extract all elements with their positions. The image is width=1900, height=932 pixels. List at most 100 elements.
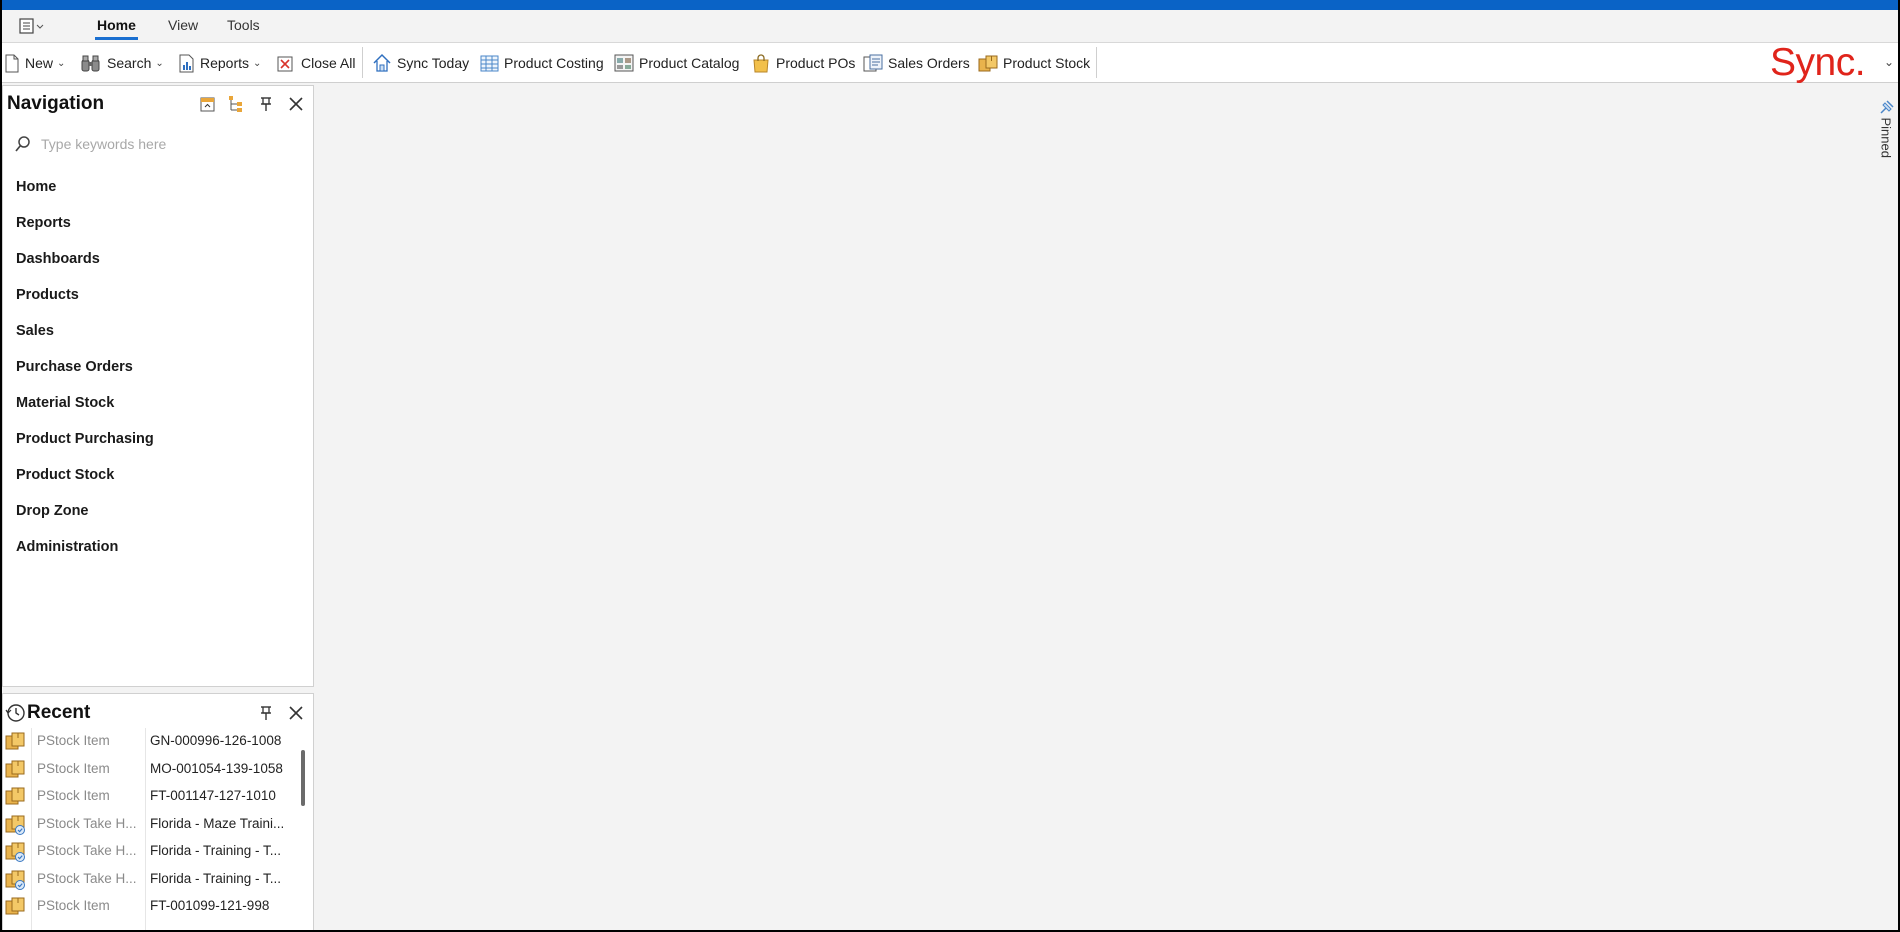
- close-all-button-label: Close All: [301, 55, 356, 71]
- nav-item-material-stock[interactable]: Material Stock: [16, 395, 114, 411]
- binoculars-icon: [81, 55, 100, 71]
- navigation-search-input[interactable]: [39, 135, 283, 153]
- pinned-side-tab[interactable]: Pinned: [1876, 96, 1896, 176]
- product-stock-button-label: Product Stock: [1003, 55, 1091, 71]
- brand-logo: Sync.: [1770, 41, 1866, 84]
- app-window: Home View Tools New ⌄ Search ⌄ Reports ⌄…: [2, 0, 1898, 930]
- recent-item[interactable]: PStock Item MO-001054-139-1058: [3, 756, 295, 783]
- toolbar-separator: [362, 47, 363, 78]
- reports-button[interactable]: Reports ⌄: [178, 52, 261, 74]
- stock-boxes-icon: [978, 55, 998, 71]
- recent-item[interactable]: PStock Item GN-000996-126-1008: [3, 728, 295, 755]
- product-pos-button[interactable]: Product POs: [751, 52, 855, 74]
- navigation-search: [15, 133, 295, 155]
- tab-home[interactable]: Home: [95, 17, 138, 40]
- recent-item-value: MO-001054-139-1058: [150, 760, 283, 776]
- recent-scrollbar[interactable]: [301, 750, 305, 806]
- chevron-down-icon[interactable]: ⌄: [1884, 55, 1894, 69]
- grid-table-icon: [480, 55, 499, 71]
- recent-item-type: PStock Take H...: [37, 843, 137, 858]
- product-costing-button-label: Product Costing: [504, 55, 604, 71]
- nav-item-dashboards[interactable]: Dashboards: [16, 251, 100, 267]
- shopping-bag-icon: [753, 54, 769, 73]
- nav-item-products[interactable]: Products: [16, 287, 79, 303]
- tab-tools[interactable]: Tools: [225, 17, 262, 39]
- product-costing-button[interactable]: Product Costing: [480, 52, 604, 74]
- sync-today-button-label: Sync Today: [397, 55, 470, 71]
- nav-item-product-stock[interactable]: Product Stock: [16, 467, 114, 483]
- chevron-down-icon: ⌄: [57, 57, 66, 69]
- history-icon: [5, 704, 25, 722]
- new-document-icon: [5, 54, 19, 72]
- stock-item-icon: [5, 760, 25, 777]
- recent-pane: Recent PStock Item GN-000996-126-1008 PSto…: [2, 693, 314, 930]
- recent-item-type: PStock Item: [37, 898, 110, 913]
- recent-item-type: PStock Take H...: [37, 870, 137, 886]
- search-button[interactable]: Search ⌄: [80, 52, 164, 74]
- new-button-label: New: [25, 55, 54, 71]
- pinned-label: Pinned: [1878, 117, 1894, 158]
- search-button-label: Search: [107, 55, 152, 71]
- chevron-down-icon: ⌄: [155, 57, 164, 69]
- menu-icon: [19, 18, 44, 34]
- sales-orders-button[interactable]: Sales Orders: [863, 52, 970, 74]
- toolbar-separator: [1096, 47, 1097, 78]
- pin-icon: [1880, 100, 1894, 114]
- collapse-all-icon[interactable]: [199, 95, 217, 113]
- recent-item-type: PStock Item: [37, 788, 110, 803]
- pin-icon[interactable]: [257, 704, 275, 722]
- sales-order-icon: [863, 54, 883, 71]
- close-all-button[interactable]: Close All: [276, 52, 355, 74]
- tab-view[interactable]: View: [166, 17, 200, 39]
- close-all-icon: [277, 56, 293, 71]
- recent-title: Recent: [27, 702, 91, 723]
- recent-item-value: FT-001099-121-998: [150, 898, 270, 913]
- nav-item-drop-zone[interactable]: Drop Zone: [16, 503, 89, 519]
- recent-item[interactable]: PStock Take H... Florida - Training - T..…: [3, 838, 295, 865]
- main-workspace: [318, 85, 1874, 930]
- app-menu-button[interactable]: [18, 16, 52, 36]
- close-icon[interactable]: [287, 95, 305, 113]
- stock-take-icon: [5, 842, 25, 862]
- recent-item[interactable]: PStock Take H... Florida - Maze Traini...: [3, 811, 295, 838]
- nav-item-product-purchasing[interactable]: Product Purchasing: [16, 431, 154, 447]
- stock-item-icon: [5, 787, 25, 805]
- product-catalog-button[interactable]: Product Catalog: [614, 52, 739, 74]
- nav-item-purchase-orders[interactable]: Purchase Orders: [16, 359, 133, 375]
- stock-item-icon: [5, 732, 25, 750]
- recent-item-value: Florida - Training - T...: [150, 843, 282, 858]
- navigation-title: Navigation: [7, 93, 105, 114]
- recent-item[interactable]: PStock Item FT-001147-127-1010: [3, 783, 295, 810]
- new-button[interactable]: New ⌄: [4, 52, 65, 74]
- stock-take-icon: [5, 870, 25, 890]
- nav-item-home[interactable]: Home: [16, 179, 56, 195]
- product-stock-button[interactable]: Product Stock: [978, 52, 1090, 74]
- recent-item[interactable]: PStock Take H... Florida - Training - T..…: [3, 866, 295, 893]
- tree-view-icon[interactable]: [227, 95, 245, 113]
- recent-item-type: PStock Item: [37, 760, 110, 776]
- navigation-pane: Navigation Type keywords here Home Repor…: [2, 85, 314, 687]
- stock-item-icon: [5, 897, 25, 915]
- ribbon-toolbar: New ⌄ Search ⌄ Reports ⌄ Close All Sync …: [2, 43, 1898, 83]
- search-icon: [15, 136, 30, 152]
- product-catalog-button-label: Product Catalog: [639, 55, 740, 71]
- stock-take-icon: [5, 815, 25, 835]
- recent-item-type: PStock Take H...: [37, 815, 137, 831]
- recent-item[interactable]: PStock Item FT-001099-121-998: [3, 893, 295, 920]
- report-icon: [179, 54, 194, 72]
- recent-item-value: Florida - Training - T...: [150, 870, 282, 886]
- reports-button-label: Reports: [200, 55, 250, 71]
- recent-item-value: FT-001147-127-1010: [150, 788, 276, 803]
- close-icon[interactable]: [287, 704, 305, 722]
- pin-icon[interactable]: [257, 95, 275, 113]
- home-icon: [373, 53, 391, 72]
- recent-item-value: GN-000996-126-1008: [150, 733, 282, 748]
- sales-orders-button-label: Sales Orders: [888, 55, 970, 71]
- ribbon-tab-bar: Home View Tools: [2, 10, 1898, 43]
- catalog-icon: [614, 54, 634, 72]
- nav-item-sales[interactable]: Sales: [16, 323, 54, 339]
- sync-today-button[interactable]: Sync Today: [372, 52, 469, 74]
- nav-item-reports[interactable]: Reports: [16, 215, 71, 231]
- title-bar-accent: [2, 0, 1898, 10]
- nav-item-administration[interactable]: Administration: [16, 539, 118, 555]
